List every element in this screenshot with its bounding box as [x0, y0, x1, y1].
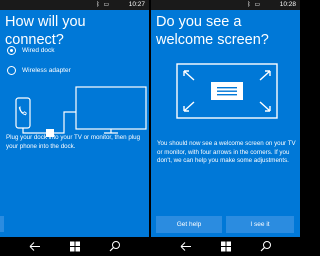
windows-start-icon[interactable] — [68, 240, 82, 253]
radio-unselected-icon — [7, 66, 16, 75]
welcome-illustration — [176, 63, 278, 119]
arrow-bottom-left-icon — [183, 101, 195, 112]
back-icon[interactable] — [179, 240, 193, 253]
connect-screen: ᛒ ▭ 10:27 How will you connect? Wired do… — [0, 0, 149, 256]
option-wired-dock[interactable]: Wired dock — [7, 44, 127, 58]
search-icon[interactable] — [108, 240, 122, 253]
navigation-bar — [151, 237, 300, 256]
back-icon[interactable] — [28, 240, 42, 253]
monitor-stand — [104, 129, 118, 134]
instruction-text: Plug your dock into your TV or monitor, … — [6, 134, 141, 150]
navigation-bar — [0, 237, 149, 256]
status-bar: ᛒ ▭ 10:27 — [0, 0, 149, 10]
page-title: Do you see a welcome screen? — [156, 14, 269, 48]
option-label: Wireless adapter — [22, 67, 71, 74]
search-icon[interactable] — [259, 240, 273, 253]
dock-illustration — [15, 86, 147, 137]
windows-start-icon[interactable] — [219, 240, 233, 253]
handset-icon — [18, 106, 27, 116]
status-bar: ᛒ ▭ 10:28 — [151, 0, 300, 10]
option-wireless-adapter[interactable]: Wireless adapter — [7, 64, 127, 78]
arrow-top-left-icon — [183, 70, 195, 81]
get-help-button[interactable]: Get help — [156, 216, 222, 233]
cable-dock-monitor — [54, 111, 76, 134]
status-time: 10:27 — [128, 1, 145, 8]
connection-options: Wired dock Wireless adapter — [7, 44, 127, 84]
monitor-icon — [75, 86, 147, 130]
welcome-screen-check: ᛒ ▭ 10:28 Do you see a welcome screen? Y… — [151, 0, 300, 256]
option-label: Wired dock — [22, 47, 55, 54]
instruction-text: You should now see a welcome screen on y… — [157, 140, 296, 164]
status-icons: ᛒ ▭ — [247, 1, 262, 8]
arrow-top-right-icon — [259, 70, 271, 81]
next-button-edge[interactable] — [0, 216, 4, 232]
radio-selected-icon — [7, 46, 16, 55]
cable-phone-dock — [22, 128, 46, 134]
status-icons: ᛒ ▭ — [96, 1, 111, 8]
status-time: 10:28 — [279, 1, 296, 8]
arrow-bottom-right-icon — [259, 101, 271, 112]
i-see-it-button[interactable]: I see it — [226, 216, 294, 233]
welcome-window-icon — [211, 82, 243, 100]
